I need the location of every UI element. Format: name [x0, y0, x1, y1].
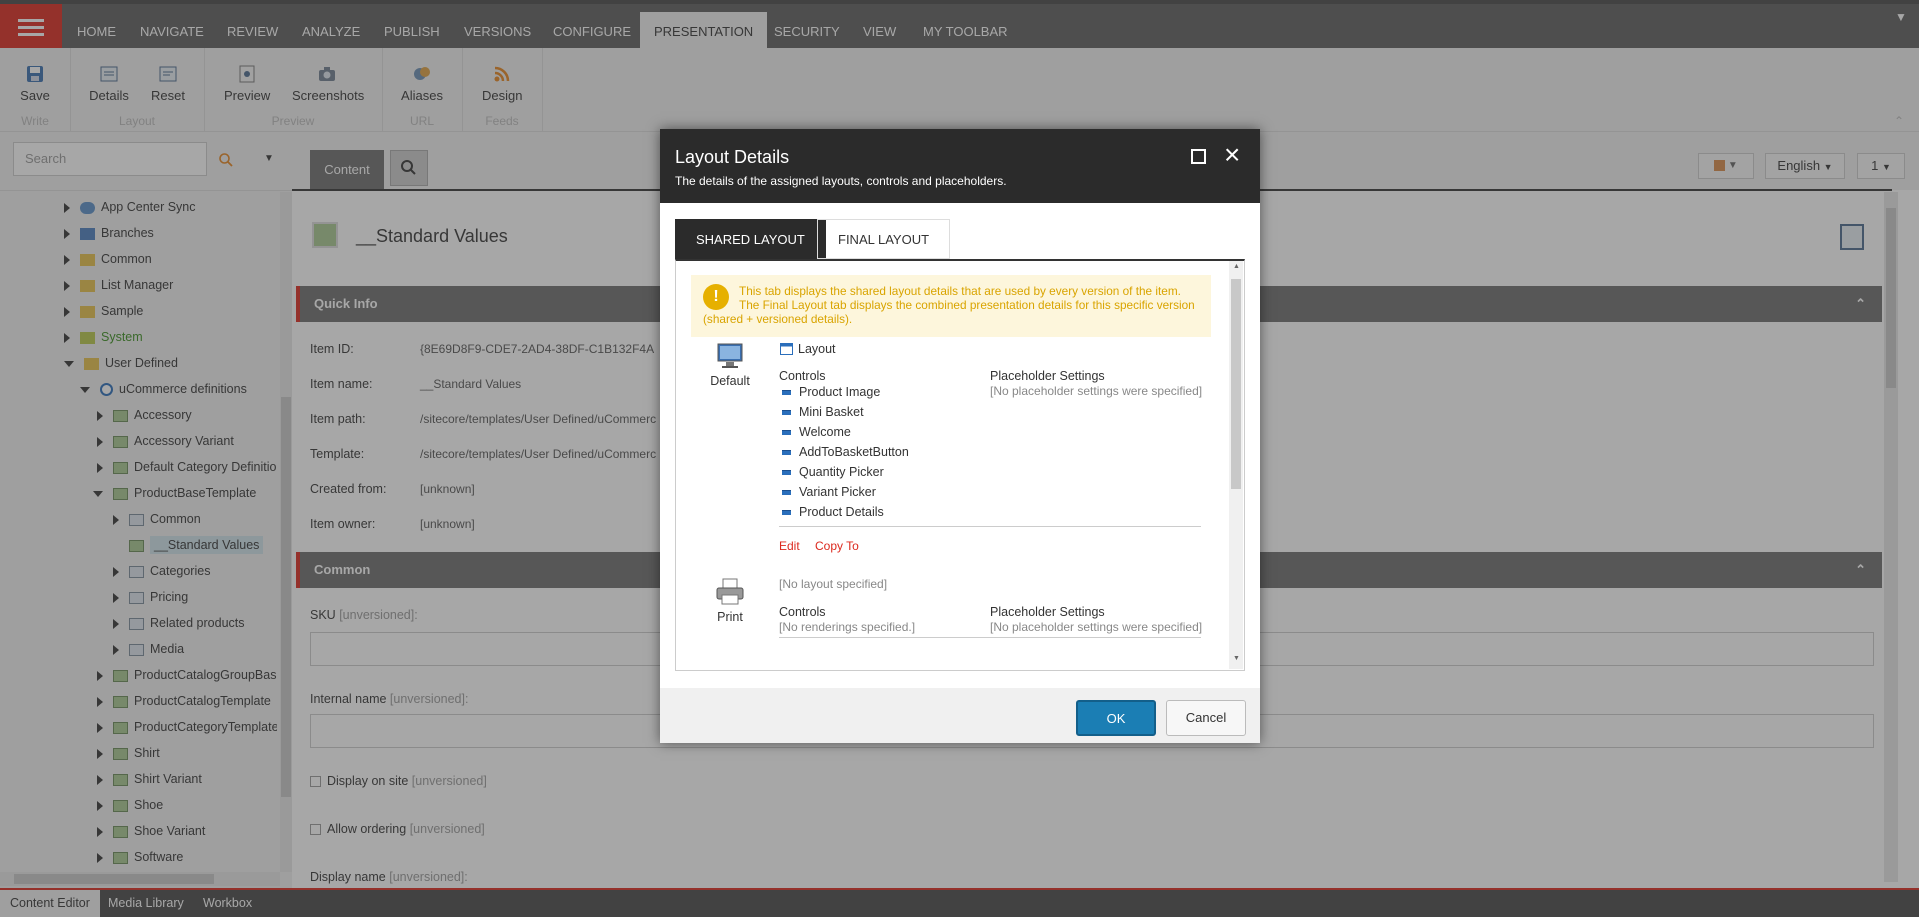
close-icon[interactable]: × — [1224, 141, 1240, 169]
control-item[interactable]: Variant Picker — [782, 485, 876, 499]
controls-label: Controls — [779, 369, 826, 383]
device-print[interactable]: Print — [700, 577, 760, 624]
rendering-icon — [782, 470, 791, 476]
device-default[interactable]: Default — [700, 341, 760, 388]
rendering-icon — [782, 450, 791, 456]
tab-final-layout[interactable]: FINAL LAYOUT — [817, 219, 951, 259]
device-print-label: Print — [717, 610, 743, 624]
dialog-header: Layout Details The details of the assign… — [660, 129, 1260, 203]
dialog-body: SHARED LAYOUT FINAL LAYOUT ! This tab di… — [660, 203, 1260, 688]
control-item[interactable]: AddToBasketButton — [782, 445, 909, 459]
warning-icon: ! — [703, 284, 729, 310]
notice-text: This tab displays the shared layout deta… — [703, 284, 1195, 326]
print-controls-label: Controls — [779, 605, 826, 619]
placeholder-settings-label: Placeholder Settings — [990, 369, 1105, 383]
layout-details-dialog: Layout Details The details of the assign… — [660, 129, 1260, 743]
layout-icon — [780, 343, 793, 355]
edit-link[interactable]: Edit — [779, 539, 800, 553]
print-placeholder-settings-value: [No placeholder settings were specified] — [990, 620, 1203, 634]
control-item[interactable]: Welcome — [782, 425, 851, 439]
rendering-icon — [782, 490, 791, 496]
control-item[interactable]: Product Details — [782, 505, 884, 519]
ok-button[interactable]: OK — [1076, 700, 1156, 736]
cancel-button[interactable]: Cancel — [1166, 700, 1246, 736]
rendering-icon — [782, 410, 791, 416]
print-controls-value: [No renderings specified.] — [779, 620, 916, 634]
tab-shared-layout[interactable]: SHARED LAYOUT — [675, 219, 826, 259]
layout-panel-scrollbar[interactable]: ▲ ▼ — [1229, 261, 1243, 669]
copy-to-link[interactable]: Copy To — [815, 539, 859, 553]
device-default-label: Default — [710, 374, 750, 388]
dialog-footer: OK Cancel — [660, 688, 1260, 743]
dialog-title: Layout Details — [675, 147, 790, 167]
rendering-icon — [782, 430, 791, 436]
control-item[interactable]: Product Image — [782, 385, 880, 399]
control-item[interactable]: Quantity Picker — [782, 465, 884, 479]
rendering-icon — [782, 510, 791, 516]
dialog-subtitle: The details of the assigned layouts, con… — [675, 174, 1007, 188]
layout-panel: ! This tab displays the shared layout de… — [675, 259, 1245, 671]
maximize-icon[interactable] — [1191, 149, 1206, 164]
info-notice: ! This tab displays the shared layout de… — [691, 275, 1211, 337]
scroll-down-icon: ▼ — [1233, 655, 1240, 662]
control-item[interactable]: Mini Basket — [782, 405, 864, 419]
layout-name[interactable]: Layout — [798, 342, 836, 356]
monitor-icon — [717, 343, 743, 368]
printer-icon — [716, 578, 744, 605]
print-placeholder-settings-label: Placeholder Settings — [990, 605, 1105, 619]
placeholder-settings-value: [No placeholder settings were specified] — [990, 384, 1203, 398]
scroll-up-icon: ▲ — [1233, 263, 1240, 270]
rendering-icon — [782, 390, 791, 396]
print-layout-value: [No layout specified] — [779, 577, 888, 591]
